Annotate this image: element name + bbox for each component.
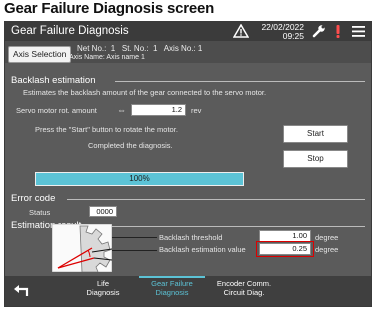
threshold-leader-line: [112, 237, 157, 238]
screen-caption: Gear Failure Diagnosis screen: [4, 0, 215, 17]
bottom-nav-bar: Life Diagnosis Gear Failure Diagnosis En…: [5, 276, 371, 306]
diagnosis-progress-bar: 100%: [35, 172, 244, 186]
menu-icon[interactable]: [352, 26, 365, 37]
status-label: Status: [29, 208, 51, 217]
date-time: 22/02/2022 09:25: [254, 23, 304, 40]
time-text: 09:25: [282, 30, 304, 41]
window-title: Gear Failure Diagnosis: [11, 25, 129, 37]
stop-button[interactable]: Stop: [283, 150, 348, 168]
axis-selection-button[interactable]: Axis Selection: [8, 46, 72, 63]
estimation-leader-line: [112, 250, 157, 251]
wrench-icon[interactable]: [312, 24, 326, 38]
alarm-icon[interactable]: [334, 24, 342, 39]
diagnosis-status-text: Completed the diagnosis.: [88, 141, 173, 150]
backlash-divider: [115, 81, 365, 82]
error-code-divider: [67, 199, 365, 200]
hmi-screen: Gear Failure Diagnosis 22/02/2022 09:25 …: [4, 21, 372, 307]
tab-life-diagnosis[interactable]: Life Diagnosis: [75, 279, 131, 297]
backlash-description: Estimates the backlash amount of the gea…: [23, 88, 267, 97]
progress-text: 100%: [129, 174, 150, 183]
status-value: 0000: [89, 206, 117, 217]
axis-info-bar: Axis Selection Net No.: 1 St. No.: 1 Axi…: [5, 41, 371, 63]
servo-rot-input[interactable]: 1.2: [131, 104, 186, 116]
error-code-heading: Error code: [11, 193, 56, 204]
tab-encoder-comm-circuit[interactable]: Encoder Comm. Circuit Diag.: [209, 279, 279, 297]
tab-encoder-line2: Circuit Diag.: [223, 287, 265, 297]
tab-life-line2: Diagnosis: [86, 287, 120, 297]
tab-gear-failure-diagnosis[interactable]: Gear Failure Diagnosis: [139, 279, 205, 297]
backlash-threshold-label: Backlash threshold: [159, 233, 223, 242]
backlash-threshold-unit: degree: [315, 233, 339, 242]
servo-rot-unit: rev: [191, 106, 202, 115]
estimation-result-divider: [107, 226, 365, 227]
warning-icon[interactable]: [233, 24, 249, 38]
estimation-highlight: [256, 241, 314, 257]
tab-gear-line2: Diagnosis: [155, 287, 189, 297]
backlash-heading: Backlash estimation: [11, 75, 96, 86]
start-instruction: Press the "Start" button to rotate the m…: [35, 125, 178, 134]
active-tab-indicator: [139, 276, 205, 278]
start-button[interactable]: Start: [283, 125, 348, 143]
backlash-estimation-label: Backlash estimation value: [159, 245, 246, 254]
title-bar: Gear Failure Diagnosis 22/02/2022 09:25: [5, 22, 371, 41]
net-station-axis-numbers: Net No.: 1 St. No.: 1 Axis No.: 1: [77, 44, 203, 53]
servo-rot-arrows-icon: ⇔: [117, 105, 126, 115]
back-arrow-icon[interactable]: [13, 284, 29, 298]
servo-rot-label: Servo motor rot. amount: [16, 106, 97, 115]
backlash-estimation-unit: degree: [315, 245, 339, 254]
gear-backlash-illustration-icon: [52, 224, 112, 272]
axis-name: Axis Name: Axis name 1: [69, 54, 145, 61]
